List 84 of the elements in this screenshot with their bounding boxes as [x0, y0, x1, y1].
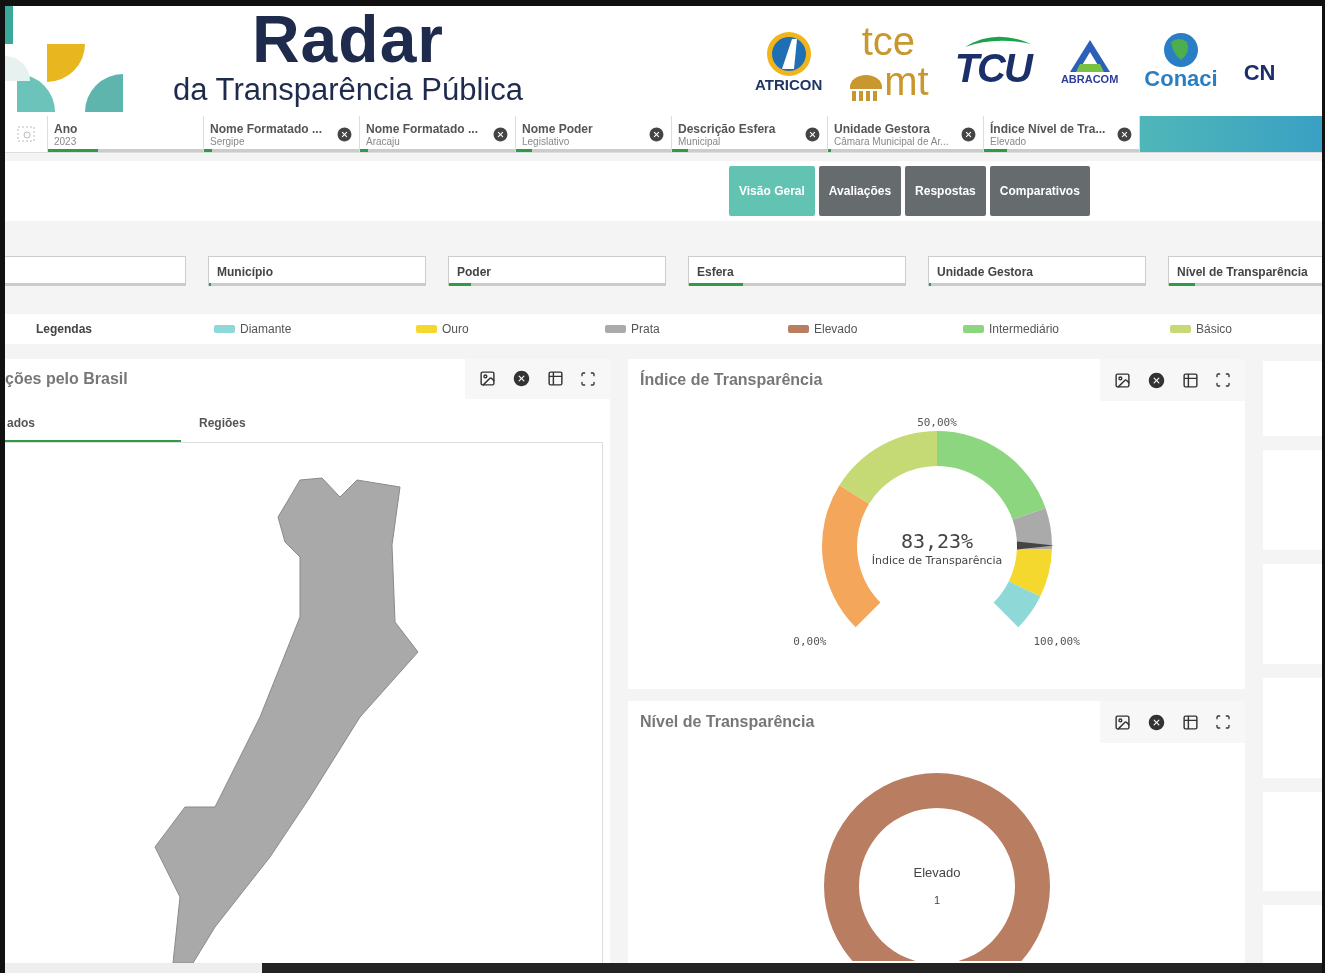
filter-label: Unidade Gestora — [937, 264, 1034, 279]
filter-label: Poder — [457, 264, 491, 279]
nav-tab[interactable]: Comparativos — [989, 166, 1090, 216]
gauge-caption: Índice de Transparência — [871, 554, 1003, 567]
filter-label: Nível de Transparência — [1177, 264, 1308, 279]
partner-logo-text: ABRACOM — [1060, 73, 1119, 85]
legend-label: Básico — [1196, 322, 1233, 336]
map-tab[interactable]: ados — [5, 406, 181, 442]
chip-value: 2023 — [54, 135, 78, 147]
chip-field: Nome Poder — [522, 121, 648, 136]
chip-value: Aracaju — [366, 135, 401, 147]
partner-logo-text: Conaci — [1144, 68, 1218, 90]
close-icon[interactable] — [648, 125, 665, 143]
chip-value: Elevado — [990, 135, 1028, 147]
partner-logo-text: CN — [1243, 62, 1276, 84]
table-icon[interactable] — [1182, 713, 1199, 731]
filter-label: Esfera — [697, 264, 734, 279]
building-icon — [848, 75, 885, 101]
chip-field: Índice Nível de Tra... — [990, 121, 1116, 136]
selection-chip[interactable]: Nome Poder Legislativo — [516, 116, 672, 152]
image-icon[interactable] — [479, 370, 496, 388]
app-title: Radar — [251, 6, 445, 72]
panel-title: Índice de Transparência — [640, 371, 823, 389]
map-tab[interactable]: Regiões — [181, 406, 361, 442]
selection-chip[interactable]: Ano 2023 — [48, 116, 204, 152]
close-icon[interactable] — [336, 125, 353, 143]
partner-logo-text: ATRICON — [755, 76, 823, 92]
gauge-tick-label: 100,00% — [1033, 634, 1080, 648]
gauge-tick-label: 50,00% — [917, 416, 957, 429]
nav-tab[interactable]: Avaliações — [818, 166, 902, 216]
selection-chip[interactable]: Nome Formatado ... Sergipe — [204, 116, 360, 152]
legend-label: Elevado — [814, 322, 858, 336]
legend-label: Prata — [631, 322, 660, 336]
chip-field: Ano — [54, 121, 197, 136]
close-icon[interactable] — [1147, 712, 1166, 732]
partner-logo-text: tce — [861, 21, 916, 61]
filter-dropdown[interactable]: Município — [208, 256, 426, 286]
table-icon[interactable] — [1182, 371, 1199, 389]
selection-chip[interactable]: Índice Nível de Tra... Elevado — [984, 116, 1140, 152]
filter-dropdown[interactable]: Nível de Transparência — [1168, 256, 1322, 286]
donut-center-value: 1 — [933, 894, 941, 906]
donut-center-label: Elevado — [913, 865, 961, 880]
fullscreen-icon[interactable] — [1215, 372, 1231, 388]
selection-chip[interactable]: Descrição Esfera Municipal — [672, 116, 828, 152]
chip-value: Legislativo — [522, 135, 571, 147]
gauge-needle — [1017, 541, 1054, 550]
legend-label: Diamante — [240, 322, 292, 336]
filter-dropdown[interactable]: Unidade Gestora — [928, 256, 1146, 286]
close-icon[interactable] — [492, 125, 509, 143]
gauge-tick-label: 0,00% — [793, 634, 827, 648]
table-icon[interactable] — [547, 370, 564, 388]
selection-chip[interactable]: Unidade Gestora Câmara Municipal de Ar... — [828, 116, 984, 152]
close-icon[interactable] — [1116, 125, 1133, 143]
chip-field: Nome Formatado ... — [210, 121, 336, 136]
nav-tab[interactable]: Respostas — [905, 166, 986, 216]
legend-label: Intermediário — [989, 322, 1060, 336]
filter-label: Município — [217, 264, 273, 279]
globe-icon — [1163, 32, 1199, 68]
close-icon[interactable] — [960, 125, 977, 143]
filter-dropdown[interactable]: Esfera — [688, 256, 906, 286]
card-background — [1263, 905, 1322, 964]
close-icon[interactable] — [804, 125, 821, 143]
gauge-value: 83,23% — [900, 529, 974, 553]
filter-dropdown[interactable]: Poder — [448, 256, 666, 286]
fullscreen-icon[interactable] — [1215, 714, 1231, 730]
partner-logo-text: mt — [884, 61, 929, 101]
chip-value: Sergipe — [210, 135, 246, 147]
chip-field: Descrição Esfera — [678, 121, 804, 136]
partner-logo-text: TCU — [954, 48, 1034, 88]
legend-title: Legendas — [36, 322, 93, 336]
fullscreen-icon[interactable] — [580, 370, 596, 387]
chip-field: Unidade Gestora — [834, 121, 960, 136]
selection-chip[interactable]: Nome Formatado ... Aracaju — [360, 116, 516, 152]
close-icon[interactable] — [512, 369, 531, 389]
legend-label: Ouro — [442, 322, 469, 336]
panel-title: Nível de Transparência — [640, 713, 815, 731]
app-subtitle: da Transparência Pública — [173, 72, 523, 108]
close-icon[interactable] — [1147, 370, 1166, 390]
chip-value: Municipal — [678, 135, 721, 147]
chip-field: Nome Formatado ... — [366, 121, 492, 136]
image-icon[interactable] — [1114, 371, 1131, 389]
image-icon[interactable] — [1114, 713, 1131, 731]
chip-value: Câmara Municipal de Ar... — [834, 135, 950, 147]
panel-title: ções pelo Brasil — [5, 369, 128, 388]
